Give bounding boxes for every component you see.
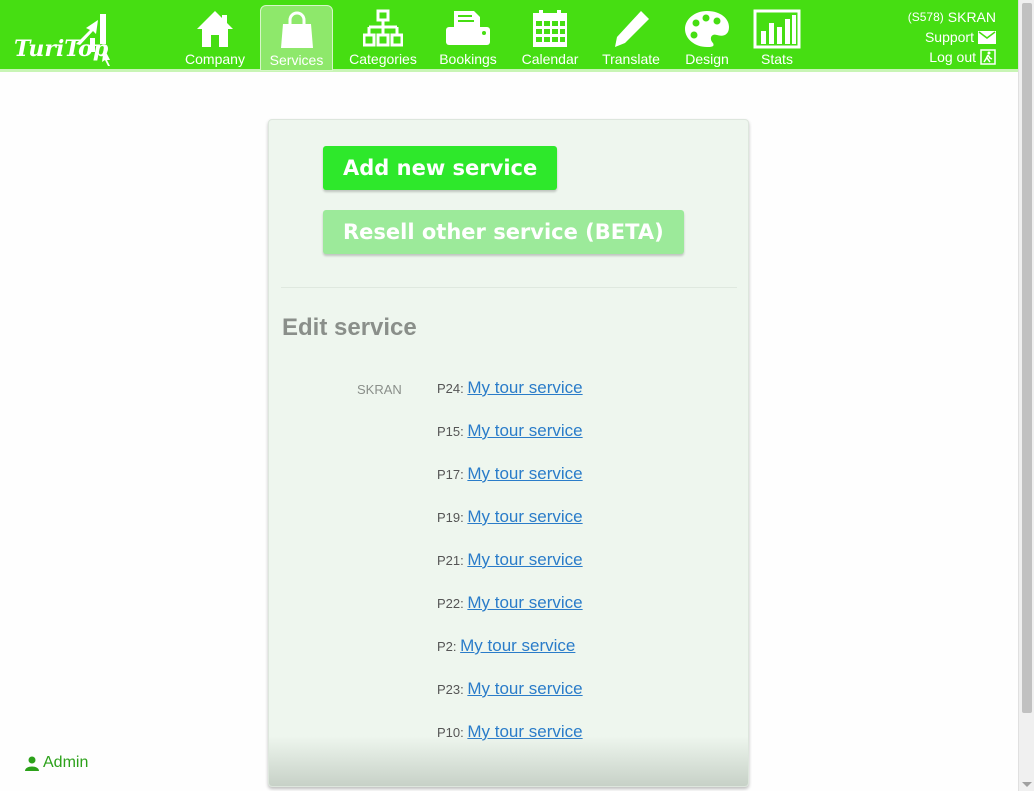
service-code: P21:: [437, 553, 464, 568]
edit-service-title: Edit service: [282, 314, 417, 341]
nav-services-label: Services: [269, 52, 324, 68]
service-code: P17:: [437, 467, 464, 482]
vertical-scrollbar[interactable]: [1018, 0, 1034, 791]
list-item: P23: My tour service: [437, 679, 583, 722]
pencil-icon: [615, 11, 649, 47]
user-menu: (S578) SKRAN Support Log out: [908, 7, 996, 67]
nav-design[interactable]: Design: [680, 5, 734, 69]
service-link[interactable]: My tour service: [467, 507, 582, 526]
printer-icon: [446, 11, 490, 45]
envelope-icon: [978, 30, 996, 44]
company-label: SKRAN: [357, 382, 402, 397]
service-code: P24:: [437, 381, 464, 396]
service-code: P22:: [437, 596, 464, 611]
nav-translate[interactable]: Translate: [598, 5, 664, 69]
resell-other-service-button[interactable]: Resell other service (BETA): [323, 210, 684, 254]
service-link[interactable]: My tour service: [467, 679, 582, 698]
service-list: P24: My tour service P15: My tour servic…: [437, 378, 583, 765]
service-link[interactable]: My tour service: [467, 421, 582, 440]
user-icon: [25, 756, 39, 771]
service-link[interactable]: My tour service: [460, 636, 575, 655]
user-id: (S578): [907, 10, 944, 24]
service-code: P2:: [437, 639, 457, 654]
admin-label: Admin: [43, 754, 89, 771]
list-item: P24: My tour service: [437, 378, 583, 421]
exit-icon: [980, 49, 996, 65]
panel-bottom-fade: [269, 736, 748, 786]
logout-label: Log out: [929, 49, 976, 65]
services-panel: Add new service Resell other service (BE…: [268, 119, 749, 787]
service-code: P23:: [437, 682, 464, 697]
user-name: SKRAN: [947, 9, 996, 25]
nav-categories[interactable]: Categories: [346, 5, 420, 69]
support-link[interactable]: Support: [908, 27, 996, 47]
list-item: P22: My tour service: [437, 593, 583, 636]
list-item: P2: My tour service: [437, 636, 583, 679]
service-link[interactable]: My tour service: [467, 550, 582, 569]
home-icon: [197, 11, 233, 47]
calendar-icon: [533, 10, 567, 47]
bar-chart-icon: [753, 9, 801, 49]
shopping-bag-icon: [280, 11, 313, 48]
list-item: P17: My tour service: [437, 464, 583, 507]
nav-calendar[interactable]: Calendar: [518, 5, 582, 69]
divider: [281, 287, 737, 288]
nav-stats-label: Stats: [761, 51, 793, 67]
add-new-service-button[interactable]: Add new service: [323, 146, 558, 190]
nav-categories-label: Categories: [349, 51, 417, 67]
nav-translate-label: Translate: [602, 51, 660, 67]
nav-bookings[interactable]: Bookings: [436, 5, 500, 69]
nav-company[interactable]: Company: [183, 5, 247, 69]
service-code: P19:: [437, 510, 464, 525]
nav-design-label: Design: [685, 51, 729, 67]
list-item: P19: My tour service: [437, 507, 583, 550]
logout-link[interactable]: Log out: [908, 47, 996, 67]
user-identity: (S578) SKRAN: [908, 7, 996, 27]
nav-company-label: Company: [185, 51, 245, 67]
nav-stats[interactable]: Stats: [752, 5, 802, 69]
service-link[interactable]: My tour service: [467, 593, 582, 612]
list-item: P15: My tour service: [437, 421, 583, 464]
top-navigation-bar: TuriTop Company Services Categories Book…: [0, 0, 1018, 72]
nav-services[interactable]: Services: [260, 5, 333, 71]
nav-bookings-label: Bookings: [439, 51, 497, 67]
scrollbar-thumb[interactable]: [1022, 3, 1032, 713]
support-label: Support: [924, 29, 974, 45]
nav-calendar-label: Calendar: [521, 51, 579, 67]
scroll-down-arrow-icon[interactable]: [1022, 782, 1032, 787]
list-item: P21: My tour service: [437, 550, 583, 593]
turitop-logo[interactable]: TuriTop: [14, 10, 114, 66]
service-code: P15:: [437, 424, 464, 439]
service-link[interactable]: My tour service: [467, 378, 582, 397]
logo-text: TuriTop: [14, 36, 109, 62]
sitemap-icon: [363, 9, 403, 47]
palette-icon: [685, 11, 729, 47]
admin-link[interactable]: Admin: [25, 754, 88, 772]
service-link[interactable]: My tour service: [467, 464, 582, 483]
